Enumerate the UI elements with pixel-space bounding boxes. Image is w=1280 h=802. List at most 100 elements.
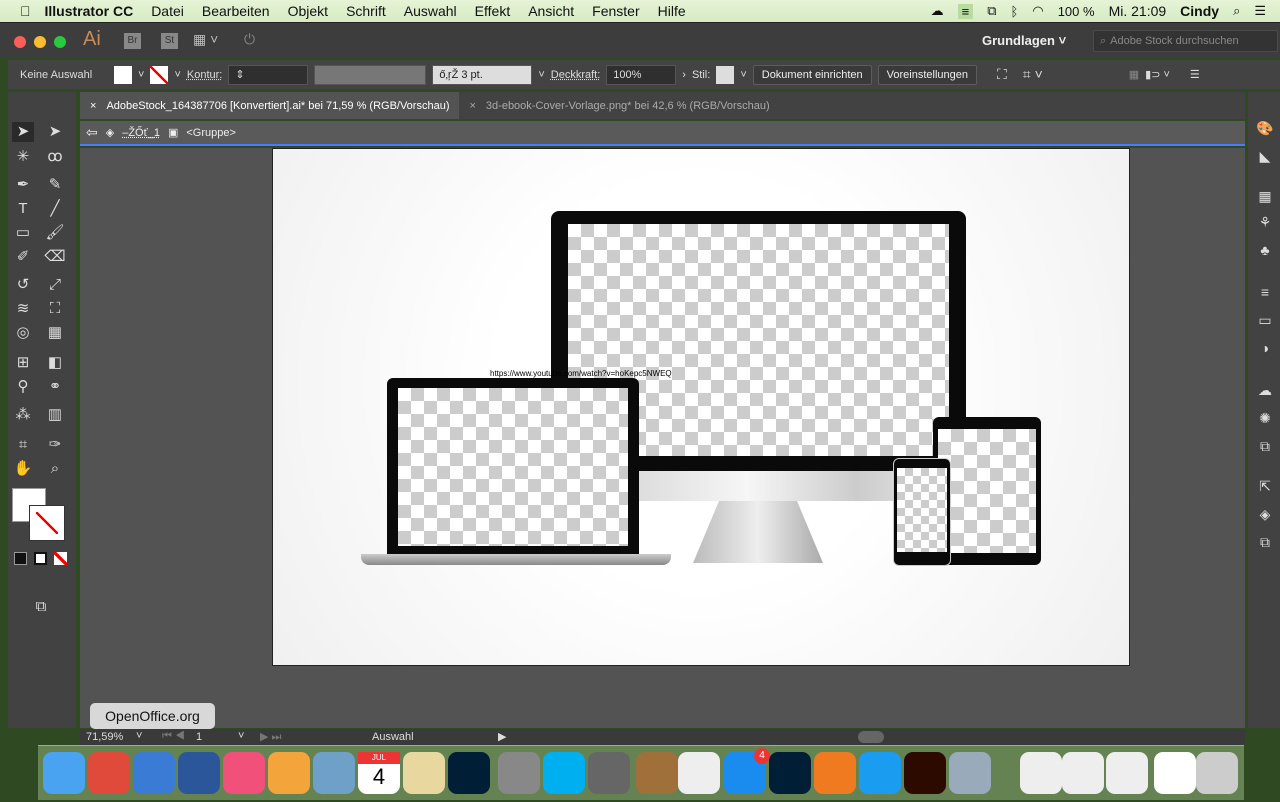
horizontal-scrollbar[interactable]: [858, 731, 884, 743]
color-panel-icon[interactable]: 🎨: [1256, 120, 1274, 136]
libraries-icon[interactable]: ☁: [1256, 382, 1274, 398]
artboard-tool-icon[interactable]: ⌗: [12, 435, 34, 455]
workspace-switcher[interactable]: Grundlagen ˅: [982, 33, 1066, 48]
dock-item-fotos[interactable]: [268, 752, 310, 794]
stock-search-input[interactable]: ⌕ Adobe Stock durchsuchen: [1093, 30, 1278, 52]
menu-fenster[interactable]: Fenster: [592, 3, 639, 19]
graph-tool-icon[interactable]: ▥: [44, 405, 66, 425]
menu-hilfe[interactable]: Hilfe: [658, 3, 686, 19]
dock-item-word[interactable]: [178, 752, 220, 794]
menu-app-name[interactable]: Illustrator CC: [45, 3, 134, 19]
curvature-tool-icon[interactable]: ✎: [44, 175, 66, 195]
swatches-icon[interactable]: ▦: [1256, 188, 1274, 204]
shape-builder-tool-icon[interactable]: ◎: [12, 323, 34, 343]
dock-item-skype[interactable]: [543, 752, 585, 794]
arrange-documents-icon[interactable]: ▦ ˅: [193, 31, 218, 48]
dock-item-karten[interactable]: [403, 752, 445, 794]
menu-schrift[interactable]: Schrift: [346, 3, 386, 19]
minimize-button[interactable]: [34, 36, 46, 48]
dock-item-itunes[interactable]: [223, 752, 265, 794]
dock-item-vorschau[interactable]: [949, 752, 991, 794]
perspective-grid-tool-icon[interactable]: ▦: [44, 323, 66, 343]
document-setup-button[interactable]: Dokument einrichten: [752, 64, 872, 85]
stroke-color-swatch[interactable]: [29, 505, 65, 541]
graphic-styles-icon[interactable]: ⧉: [1256, 438, 1274, 454]
blend-tool-icon[interactable]: ⚭: [44, 377, 66, 397]
gradient-tool-icon[interactable]: ◧: [44, 353, 66, 373]
user-name[interactable]: Cindy: [1180, 3, 1219, 19]
panel-menu-icon[interactable]: ☰: [1190, 68, 1200, 81]
stroke-weight-input[interactable]: ⇕: [228, 64, 309, 85]
distribute-icon[interactable]: ▮⊃ ˅: [1145, 68, 1170, 81]
menu-bearbeiten[interactable]: Bearbeiten: [202, 3, 270, 19]
dock-item-papierkorb[interactable]: [1196, 752, 1238, 794]
screen-mode-icon[interactable]: ⧉: [30, 597, 52, 617]
chevron-down-icon[interactable]: ˅: [138, 69, 144, 81]
status-menu-arrow-icon[interactable]: ▶: [498, 730, 506, 743]
creative-cloud-icon[interactable]: ☁: [931, 3, 944, 19]
isolate-icon[interactable]: ⛶: [997, 66, 1007, 83]
eraser-tool-icon[interactable]: ⌫: [44, 247, 66, 267]
first-artboard-icon[interactable]: ⏮ ◀: [162, 730, 185, 743]
close-icon[interactable]: ×: [469, 100, 475, 112]
back-arrow-icon[interactable]: ⇦: [86, 124, 98, 141]
menu-ansicht[interactable]: Ansicht: [528, 3, 574, 19]
close-button[interactable]: [14, 36, 26, 48]
rotate-tool-icon[interactable]: ↺: [12, 275, 34, 295]
type-tool-icon[interactable]: T: [12, 199, 34, 219]
bridge-button[interactable]: Br: [124, 33, 141, 49]
battery-status[interactable]: 100 %: [1058, 4, 1095, 19]
clock[interactable]: Mi. 21:09: [1109, 3, 1167, 19]
dock-item-dokument-leer[interactable]: [1154, 752, 1196, 794]
appearance-icon[interactable]: ✺: [1256, 410, 1274, 426]
wifi-icon[interactable]: ◠: [1032, 3, 1043, 19]
phone-mockup[interactable]: [893, 458, 951, 566]
transform-icon[interactable]: ⌗ ˅: [1023, 66, 1043, 83]
symbols-icon[interactable]: ♣: [1256, 242, 1274, 258]
laptop-mockup[interactable]: [387, 378, 639, 554]
next-artboard-icon[interactable]: ▶ ⏭: [260, 730, 281, 744]
dock-item-erinnerungen[interactable]: [678, 752, 720, 794]
slice-tool-icon[interactable]: ✑: [44, 435, 66, 455]
tab-adobestock[interactable]: × AdobeStock_164387706 [Konvertiert].ai* …: [80, 92, 460, 119]
dock-item-chrome[interactable]: [88, 752, 130, 794]
zoom-tool-icon[interactable]: ⌕: [44, 459, 66, 479]
hand-tool-icon[interactable]: ✋: [12, 459, 34, 479]
chevron-down-icon[interactable]: ˅: [538, 69, 544, 81]
bluetooth-icon[interactable]: ᛒ: [1011, 4, 1019, 19]
url-text[interactable]: https://www.youtube.com/watch?v=hoKepc5N…: [490, 369, 672, 378]
dock-item-kalender[interactable]: JUL 4: [358, 752, 400, 794]
export-icon[interactable]: ⇱: [1256, 478, 1274, 494]
dock-item-brackets[interactable]: [814, 752, 856, 794]
dock-item-openoffice[interactable]: [133, 752, 175, 794]
dock-item-safari[interactable]: [859, 752, 901, 794]
gradient-mode-button[interactable]: [34, 552, 47, 565]
menu-datei[interactable]: Datei: [151, 3, 184, 19]
lasso-tool-icon[interactable]: ꝏ: [44, 147, 66, 167]
zoom-button[interactable]: [54, 36, 66, 48]
dock-item-dokument[interactable]: [1020, 752, 1062, 794]
warp-tool-icon[interactable]: ≋: [12, 299, 34, 319]
color-guide-icon[interactable]: ◣: [1256, 148, 1274, 164]
breadcrumb-layer[interactable]: –ŽŐť_1: [122, 127, 160, 139]
dock-item-word-dokument-2[interactable]: [1106, 752, 1148, 794]
chevron-right-icon[interactable]: ›: [682, 69, 686, 81]
color-mode-button[interactable]: [14, 552, 27, 565]
line-tool-icon[interactable]: ╱: [44, 199, 66, 219]
gpu-performance-icon[interactable]: ⏻: [244, 31, 255, 48]
dock-item-kontakte[interactable]: [636, 752, 678, 794]
chevron-down-icon[interactable]: ˅: [174, 69, 180, 81]
display-icon[interactable]: ⧉: [987, 3, 996, 19]
artboard-number[interactable]: 1: [196, 731, 202, 743]
chevron-down-icon[interactable]: ˅: [238, 730, 244, 742]
eyedropper-tool-icon[interactable]: ⚲: [12, 377, 34, 397]
preferences-button[interactable]: Voreinstellungen: [877, 64, 977, 85]
apple-icon[interactable]: : [20, 3, 31, 19]
paintbrush-tool-icon[interactable]: 🖌: [44, 223, 66, 243]
brush-definition[interactable]: ő‚ŗŽ 3 pt.: [432, 64, 533, 85]
dock-item-photoshop[interactable]: [448, 752, 490, 794]
free-transform-tool-icon[interactable]: ⛶: [44, 299, 66, 319]
direct-selection-tool-icon[interactable]: ➤: [44, 122, 66, 142]
variable-width-profile[interactable]: [314, 64, 427, 85]
gradient-panel-icon[interactable]: ▭: [1256, 312, 1274, 328]
